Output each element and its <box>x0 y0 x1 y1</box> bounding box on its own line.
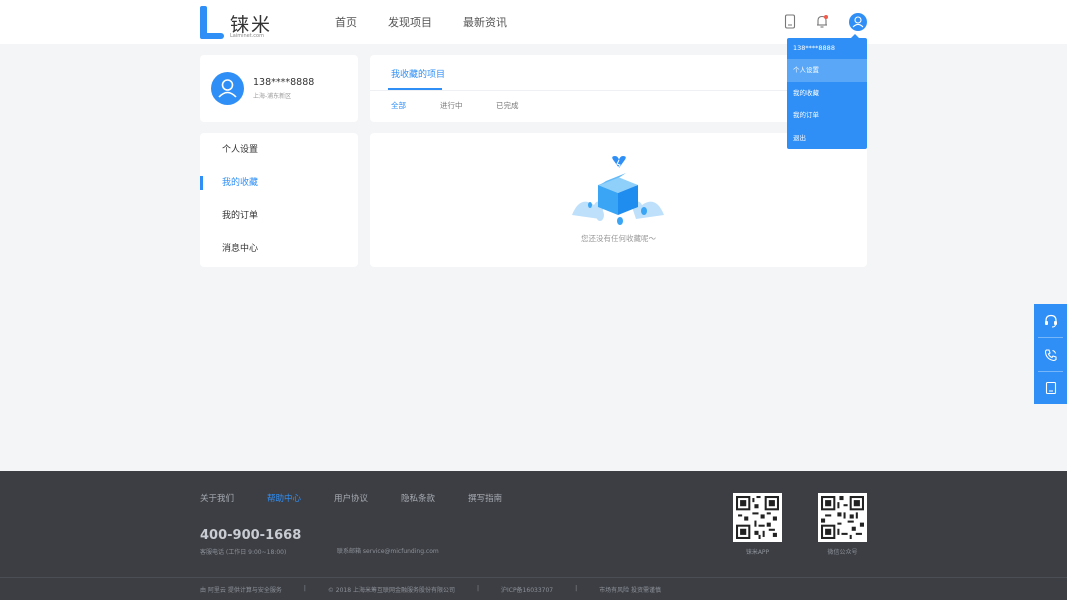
user-icon <box>218 79 237 98</box>
footer-hosting: 由 阿里云 提供计算与安全服务 <box>200 587 282 594</box>
tab-active-indicator <box>388 88 442 90</box>
footer-link-about[interactable]: 关于我们 <box>200 492 234 504</box>
footer-link-agreement[interactable]: 用户协议 <box>334 492 368 504</box>
top-header: 铼米 Laiminet.com 首页 发现项目 最新资讯 <box>0 0 1067 44</box>
sidebar-item-settings[interactable]: 个人设置 <box>200 140 358 160</box>
empty-box-illustration <box>570 155 666 225</box>
sidebar-menu: 个人设置 我的收藏 我的订单 消息中心 <box>200 133 358 267</box>
empty-state-text: 您还没有任何收藏呢～ <box>581 234 656 243</box>
footer-risk-notice: 市场有风险 投资需谨慎 <box>599 587 662 594</box>
app-download-button[interactable] <box>1034 371 1067 404</box>
footer-copyright: © 2018 上海米筹互联网金融服务股份有限公司 <box>327 587 455 594</box>
app-qr-label: 铼米APP <box>745 549 770 556</box>
tablet-icon[interactable] <box>784 14 798 30</box>
avatar[interactable] <box>211 72 244 105</box>
contact-email: 联系邮箱 service@micfunding.com <box>337 548 439 555</box>
nav-home[interactable]: 首页 <box>335 14 357 30</box>
floating-toolbar <box>1034 304 1067 404</box>
site-logo[interactable]: 铼米 Laiminet.com <box>200 6 280 40</box>
main-nav: 首页 发现项目 最新资讯 <box>335 14 538 30</box>
footer-links: 关于我们 帮助中心 用户协议 隐私条款 撰写指南 <box>200 492 535 504</box>
customer-service-button[interactable] <box>1034 304 1067 337</box>
dropdown-item-favorites[interactable]: 我的收藏 <box>787 82 867 105</box>
footer-link-guide[interactable]: 撰写指南 <box>468 492 502 504</box>
site-footer: 关于我们 帮助中心 用户协议 隐私条款 撰写指南 400-900-1668 客服… <box>0 471 1067 600</box>
filter-tab-in-progress[interactable]: 进行中 <box>440 100 463 111</box>
filter-tab-completed[interactable]: 已完成 <box>496 100 519 111</box>
footer-separator: | <box>476 585 479 592</box>
dropdown-item-settings[interactable]: 个人设置 <box>787 59 867 82</box>
footer-separator: | <box>303 585 306 592</box>
logo-domain: Laiminet.com <box>230 33 264 39</box>
bell-icon[interactable] <box>815 14 829 30</box>
footer-link-privacy[interactable]: 隐私条款 <box>401 492 435 504</box>
user-dropdown-menu: 138****8888 个人设置 我的收藏 我的订单 退出 <box>787 34 867 150</box>
dropdown-username: 138****8888 <box>793 44 835 52</box>
phone-button[interactable] <box>1034 338 1067 371</box>
app-qr-code <box>733 493 782 542</box>
profile-card: 138****8888 上海-浦东新区 <box>200 55 358 122</box>
sidebar-item-messages[interactable]: 消息中心 <box>200 239 358 259</box>
favorites-content: 您还没有任何收藏呢～ <box>370 133 867 267</box>
filter-tab-all[interactable]: 全部 <box>391 100 406 111</box>
user-icon <box>852 16 864 28</box>
phone-icon <box>1044 348 1057 361</box>
dropdown-item-orders[interactable]: 我的订单 <box>787 104 867 127</box>
footer-link-help[interactable]: 帮助中心 <box>267 492 301 504</box>
service-hours: 客服电话 (工作日 9:00~18:00) <box>200 549 287 556</box>
wechat-qr-code <box>818 493 867 542</box>
footer-divider <box>0 577 1067 578</box>
dropdown-item-logout[interactable]: 退出 <box>787 127 867 150</box>
footer-icp[interactable]: 沪ICP备16033707 <box>501 585 553 594</box>
sidebar-item-orders[interactable]: 我的订单 <box>200 206 358 226</box>
sidebar-item-favorites[interactable]: 我的收藏 <box>200 173 358 193</box>
service-phone: 400-900-1668 <box>200 528 302 543</box>
nav-discover[interactable]: 发现项目 <box>388 14 432 30</box>
footer-separator: | <box>575 585 578 592</box>
profile-location: 上海-浦东新区 <box>253 93 292 100</box>
nav-news[interactable]: 最新资讯 <box>463 14 507 30</box>
logo-mark-icon <box>200 6 224 39</box>
user-menu-avatar[interactable] <box>849 13 867 31</box>
tablet-icon <box>1045 381 1056 394</box>
headset-icon <box>1044 314 1057 327</box>
footer-legal: 由 阿里云 提供计算与安全服务 | © 2018 上海米筹互联网金融服务股份有限… <box>200 585 661 594</box>
wechat-qr-label: 微信公众号 <box>827 549 858 556</box>
tab-favorite-projects[interactable]: 我收藏的项目 <box>391 67 445 80</box>
profile-username: 138****8888 <box>253 77 315 88</box>
